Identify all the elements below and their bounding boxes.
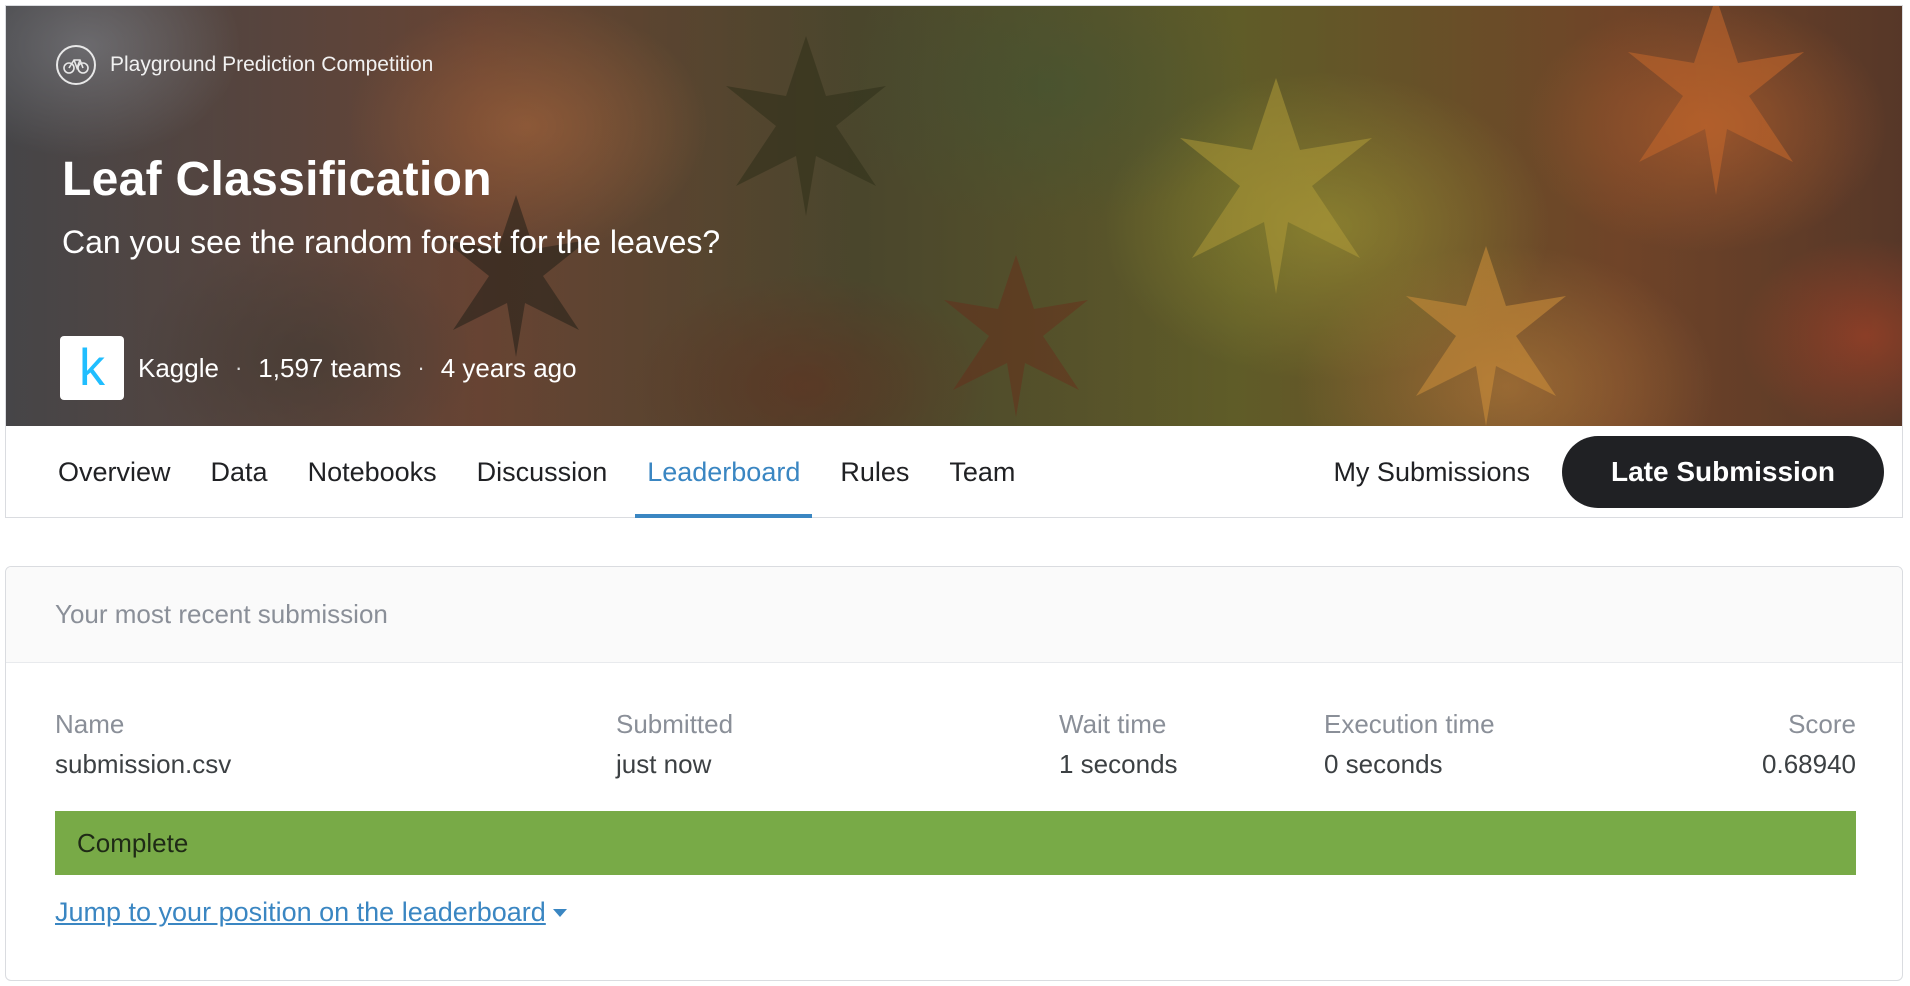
competition-tabs: Overview Data Notebooks Discussion Leade… (6, 426, 1902, 518)
late-submission-button[interactable]: Late Submission (1562, 436, 1884, 508)
submitted-header: Submitted (616, 709, 734, 739)
score-column: Score 0.68940 (1762, 709, 1856, 780)
tab-team[interactable]: Team (929, 426, 1035, 518)
name-column: Name submission.csv (55, 709, 231, 780)
wait-time-header: Wait time (1059, 709, 1167, 739)
caret-down-icon (552, 908, 567, 917)
submission-details: Name submission.csv Submitted just now W… (6, 663, 1902, 813)
tab-leaderboard[interactable]: Leaderboard (627, 426, 820, 518)
jump-link-text[interactable]: Jump to your position on the leaderboard (55, 897, 546, 928)
submitted-column: Submitted just now (616, 709, 733, 780)
team-count: 1,597 teams (258, 352, 402, 383)
name-header: Name (55, 709, 125, 739)
status-text: Complete (77, 827, 189, 858)
tab-data[interactable]: Data (191, 426, 288, 518)
wait-time-column: Wait time 1 seconds (1059, 709, 1178, 780)
name-value: submission.csv (55, 749, 232, 779)
host-info: k Kaggle · 1,597 teams · 4 years ago (60, 336, 577, 400)
kaggle-logo-icon[interactable]: k (60, 336, 124, 400)
status-badge: Complete (55, 811, 1856, 875)
tab-notebooks[interactable]: Notebooks (288, 426, 457, 518)
competition-age: 4 years ago (440, 352, 577, 383)
competition-title: Leaf Classification (62, 153, 492, 206)
execution-time-value: 0 seconds (1324, 749, 1443, 779)
wait-time-value: 1 seconds (1059, 749, 1178, 779)
competition-hero-banner: Playground Prediction Competition Leaf C… (6, 6, 1902, 426)
tab-overview[interactable]: Overview (6, 426, 191, 518)
jump-to-position-link[interactable]: Jump to your position on the leaderboard (55, 897, 568, 928)
competition-type-text: Playground Prediction Competition (110, 53, 434, 76)
panel-heading: Your most recent submission (6, 567, 1902, 663)
separator-dot: · (234, 355, 243, 380)
score-value: 0.68940 (1762, 749, 1856, 779)
competition-type-label: Playground Prediction Competition (56, 42, 433, 88)
score-header: Score (1788, 709, 1856, 739)
recent-submission-panel: Your most recent submission Name submiss… (5, 566, 1903, 981)
submitted-value: just now (616, 749, 712, 779)
host-name[interactable]: Kaggle (138, 353, 219, 384)
my-submissions-link[interactable]: My Submissions (1333, 457, 1530, 488)
tab-rules[interactable]: Rules (820, 426, 929, 518)
competition-subtitle: Can you see the random forest for the le… (62, 224, 721, 260)
tab-discussion[interactable]: Discussion (457, 426, 628, 518)
execution-time-header: Execution time (1324, 709, 1495, 739)
separator-dot: · (417, 355, 425, 380)
execution-time-column: Execution time 0 seconds (1324, 709, 1495, 780)
bicycle-icon (56, 45, 96, 85)
